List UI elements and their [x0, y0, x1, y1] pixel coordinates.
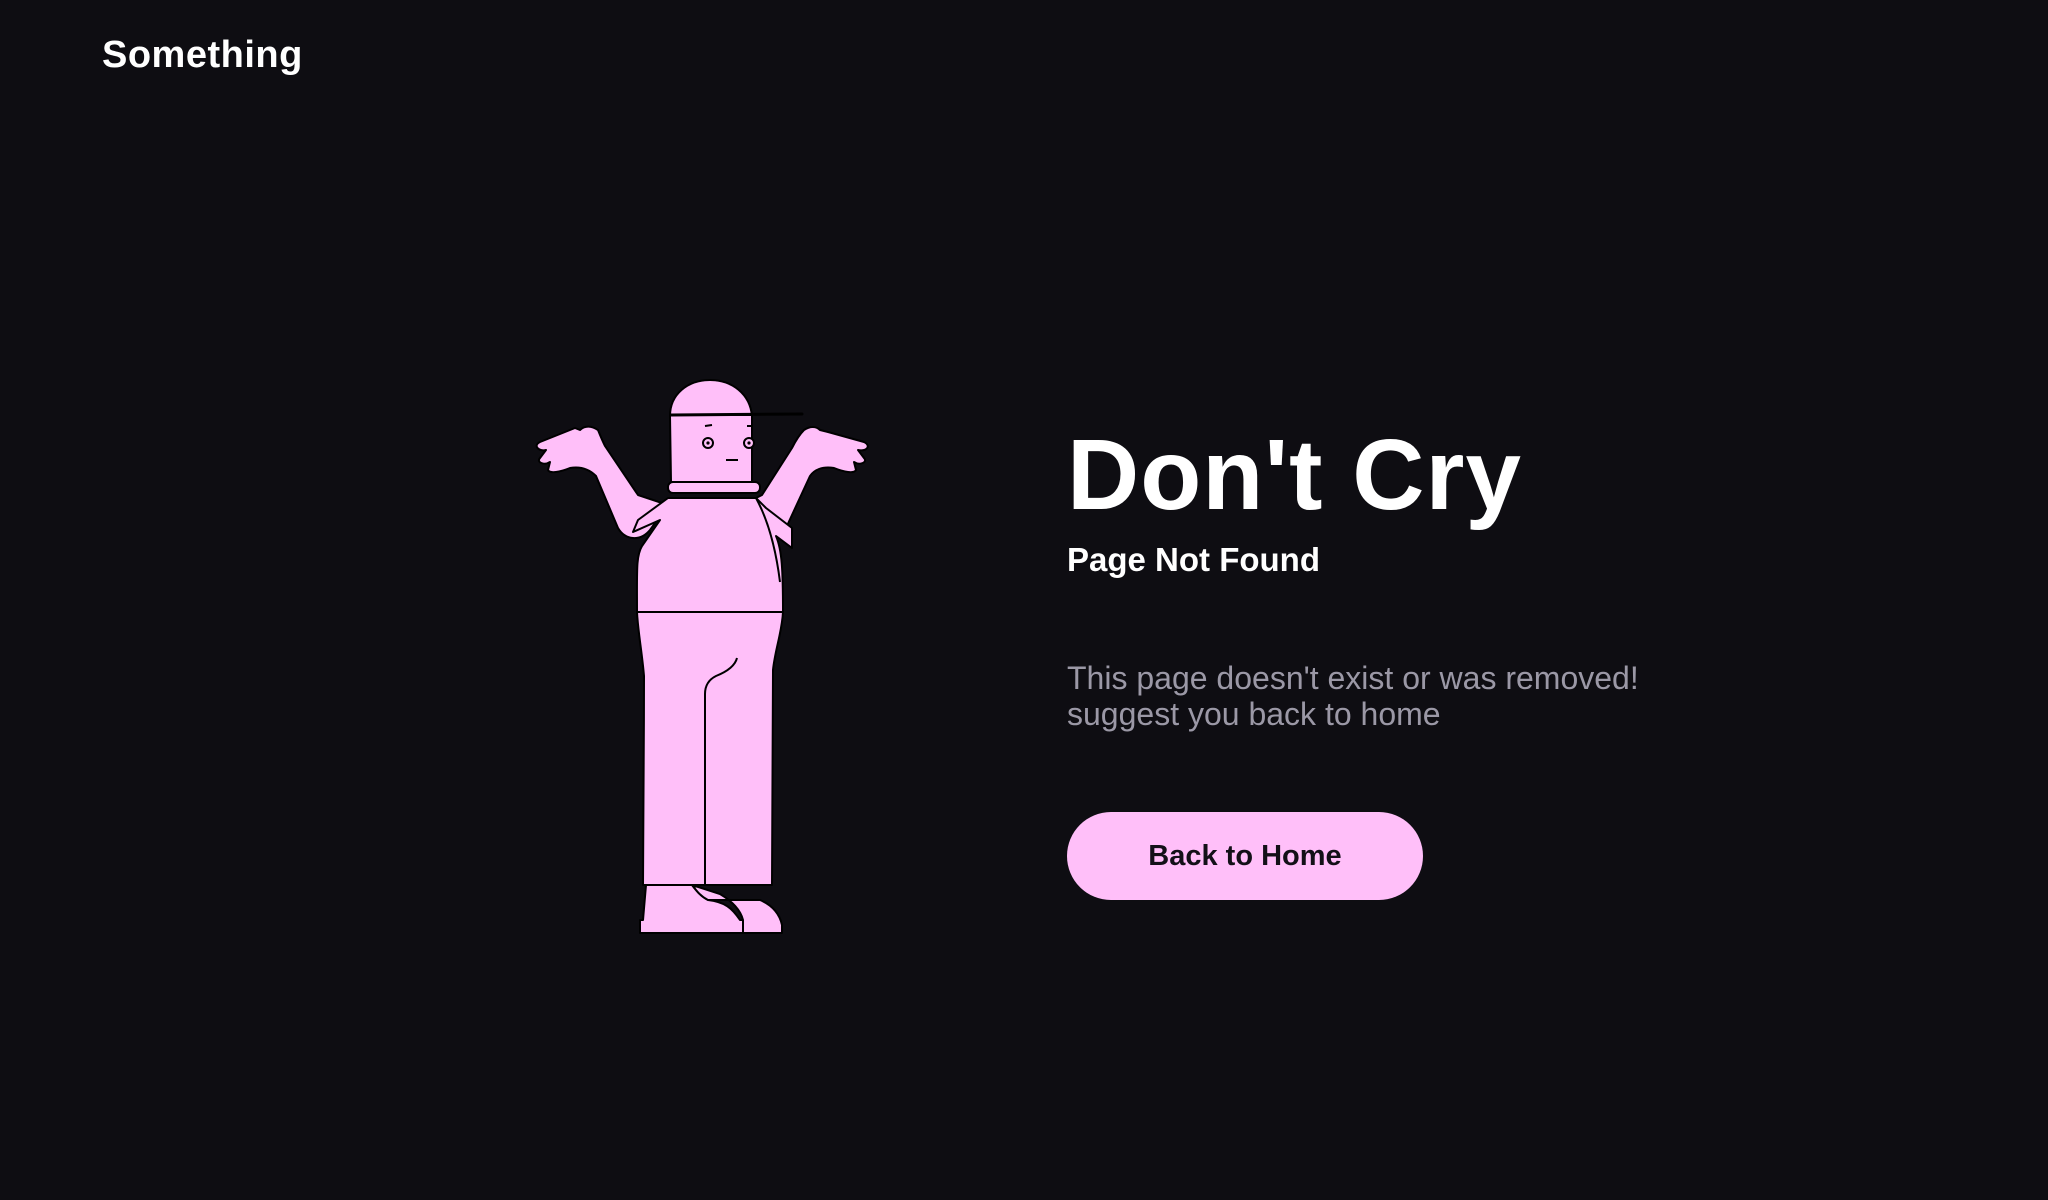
error-description: This page doesn't exist or was removed! …: [1067, 660, 1787, 732]
page-subtitle: Page Not Found: [1067, 541, 1320, 578]
page-title: Don't Cry: [1067, 419, 1522, 531]
description-line-2: suggest you back to home: [1067, 696, 1441, 732]
shrugging-person-illustration: [535, 379, 869, 934]
description-line-1: This page doesn't exist or was removed!: [1067, 660, 1639, 696]
not-found-page: Something Don't Cry Page Not Found This …: [0, 0, 2048, 1200]
error-content: Don't Cry Page Not Found This page doesn…: [1067, 419, 1787, 900]
back-to-home-button[interactable]: Back to Home: [1067, 812, 1423, 900]
site-logo[interactable]: Something: [102, 34, 303, 77]
